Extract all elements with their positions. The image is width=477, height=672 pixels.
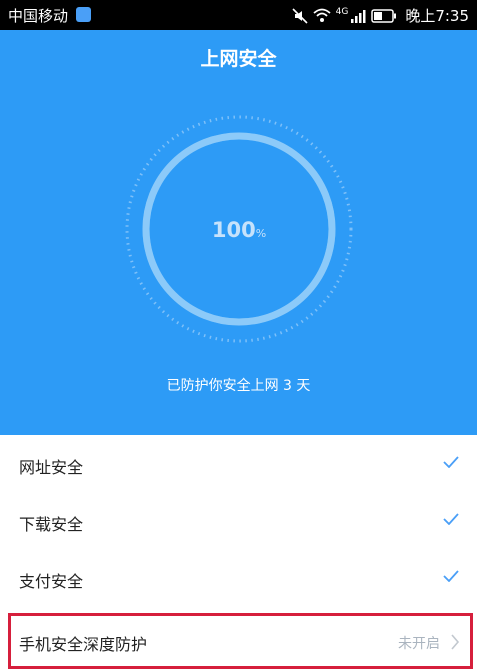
list-item-url-security[interactable]: 网址安全 (0, 436, 477, 492)
item-label: 网址安全 (19, 458, 84, 477)
protection-days-text: 已防护你安全上网 3 天 (166, 378, 311, 394)
status-bar: 中国移动 4G 晚上7:35 (0, 0, 477, 30)
status-icons: 4G 晚上7:35 (292, 5, 469, 26)
check-icon (443, 570, 459, 582)
clock: 晚上7:35 (405, 7, 469, 25)
mute-icon (292, 7, 308, 24)
gauge-unit: % (255, 227, 267, 240)
check-icon (443, 456, 459, 468)
item-label: 手机安全深度防护 (19, 635, 148, 654)
carrier-name: 中国移动 (8, 7, 69, 25)
chevron-right-icon (451, 634, 460, 650)
battery-icon (371, 8, 397, 23)
page-title: 上网安全 (200, 48, 277, 70)
network-type: 4G (335, 6, 349, 17)
check-icon (443, 513, 459, 525)
list-item-payment-security[interactable]: 支付安全 (0, 550, 477, 606)
item-label: 支付安全 (19, 572, 84, 591)
signal-icon (351, 9, 366, 23)
item-label: 下载安全 (19, 515, 84, 534)
app-notification-icon (76, 7, 91, 22)
deep-protection-status: 未开启 (398, 636, 440, 652)
gauge-value-display: 100% (123, 218, 355, 242)
list-item-deep-protection[interactable]: 手机安全深度防护 未开启 (8, 613, 473, 669)
wifi-icon (313, 8, 331, 22)
gauge-value: 100 (211, 218, 256, 242)
list-item-download-security[interactable]: 下载安全 (0, 493, 477, 549)
